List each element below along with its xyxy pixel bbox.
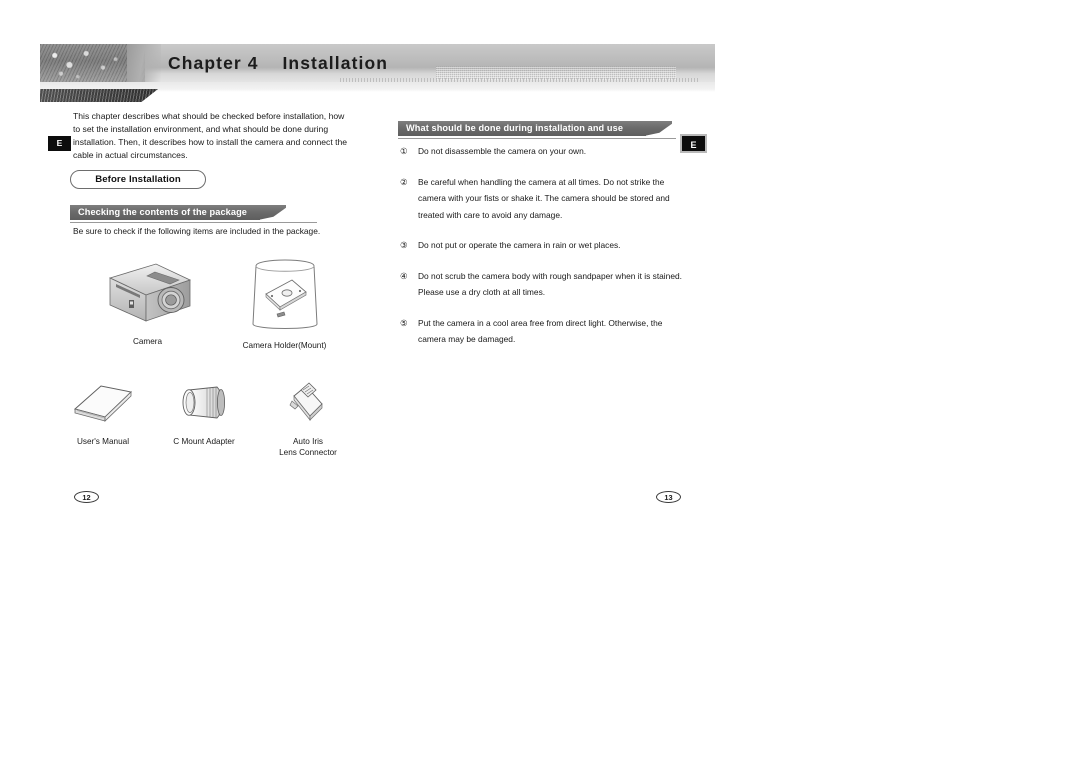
list-item-text: Put the camera in a cool area free from … xyxy=(418,317,663,345)
section-banner-package-contents: Checking the contents of the package xyxy=(70,205,317,223)
c-mount-adapter-illustration xyxy=(182,386,226,419)
list-marker: ⑤ xyxy=(400,317,408,328)
camera-illustration xyxy=(108,263,192,322)
banner-swoosh-shape xyxy=(644,121,672,136)
figure-users-manual: User's Manual xyxy=(63,378,143,447)
list-item: ④ Do not scrub the camera body with roug… xyxy=(400,268,690,301)
list-item-text: Do not disassemble the camera on your ow… xyxy=(418,146,587,156)
list-marker: ④ xyxy=(400,270,408,281)
list-marker: ① xyxy=(400,146,408,156)
figure-caption-c-mount-adapter: C Mount Adapter xyxy=(173,437,235,446)
page-number-left: 12 xyxy=(74,491,99,503)
auto-iris-connector-illustration xyxy=(289,382,323,421)
figure-auto-iris-lens-connector: Auto Iris Lens Connector xyxy=(272,378,344,458)
list-item: ⑤ Put the camera in a cool area free fro… xyxy=(400,315,690,348)
section-banner-during-installation-label: What should be done during installation … xyxy=(406,123,624,133)
list-item: ① Do not disassemble the camera on your … xyxy=(400,143,690,160)
figure-caption-camera-holder: Camera Holder(Mount) xyxy=(242,341,327,350)
figure-caption-auto-iris-lens-connector: Auto Iris Lens Connector xyxy=(279,437,337,457)
list-marker: ③ xyxy=(400,240,408,250)
package-contents-subtext: Be sure to check if the following items … xyxy=(73,226,321,236)
list-item-text: Be careful when handling the camera at a… xyxy=(418,176,670,220)
list-item-text: Do not put or operate the camera in rain… xyxy=(418,240,621,250)
section-heading-before-installation: Before Installation xyxy=(70,170,206,189)
list-item-text: Do not scrub the camera body with rough … xyxy=(418,270,682,298)
language-badge-left: E xyxy=(48,136,71,151)
figure-camera: Camera xyxy=(100,258,195,347)
figure-camera-holder: Camera Holder(Mount) xyxy=(238,250,331,351)
list-marker: ② xyxy=(400,176,408,187)
figure-c-mount-adapter: C Mount Adapter xyxy=(165,378,243,447)
list-item: ② Be careful when handling the camera at… xyxy=(400,174,690,224)
banner-underline xyxy=(70,222,317,223)
chapter-title: Chapter 4 Installation xyxy=(168,53,389,73)
chapter-header: Chapter 4 Installation xyxy=(40,44,715,102)
list-item: ③ Do not put or operate the camera in ra… xyxy=(400,237,690,254)
header-band: Chapter 4 Installation xyxy=(40,44,715,83)
section-banner-package-contents-label: Checking the contents of the package xyxy=(78,207,248,217)
header-texture-splash xyxy=(40,44,161,82)
installation-notes-list: ① Do not disassemble the camera on your … xyxy=(400,143,690,362)
page-number-right: 13 xyxy=(656,491,681,503)
header-tail-block xyxy=(40,89,158,102)
section-banner-during-installation: What should be done during installation … xyxy=(398,121,676,139)
intro-paragraph: This chapter describes what should be ch… xyxy=(73,111,348,161)
camera-holder-illustration xyxy=(251,259,318,329)
banner-swoosh-shape xyxy=(258,205,286,220)
users-manual-illustration xyxy=(73,385,133,422)
figure-caption-users-manual: User's Manual xyxy=(76,437,130,446)
figure-caption-camera: Camera xyxy=(132,337,163,346)
banner-underline xyxy=(398,138,676,139)
